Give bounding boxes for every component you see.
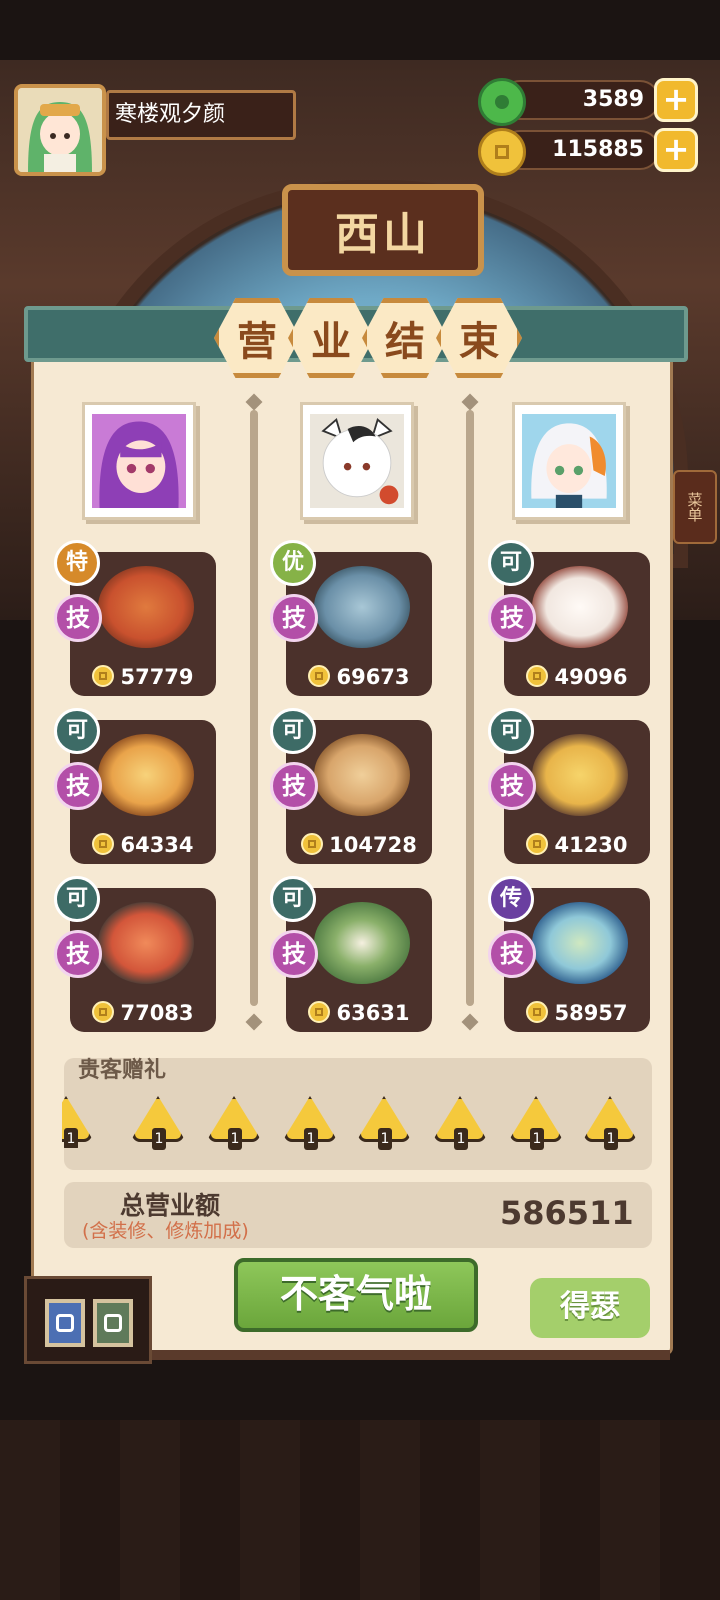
dish-price-value: 57779	[120, 665, 194, 689]
guest-purple-hair-portrait	[92, 414, 186, 508]
dish-image	[532, 566, 628, 648]
skill-badge[interactable]: 技	[488, 762, 536, 810]
gift-count: 1	[228, 1128, 242, 1150]
gold-coin-icon	[478, 128, 526, 176]
dish-price: 41230	[504, 832, 650, 858]
grade-badge: 可	[270, 708, 316, 754]
guest-portrait[interactable]	[300, 402, 414, 520]
gift-count: 1	[454, 1128, 468, 1150]
skill-badge[interactable]: 技	[488, 594, 536, 642]
total-revenue-note: (含装修、修炼加成)	[82, 1220, 249, 1242]
add-gold-button[interactable]: +	[654, 128, 698, 172]
gold-amount: 115885	[552, 137, 644, 162]
grade-badge: 可	[54, 708, 100, 754]
dish-image	[314, 902, 410, 984]
gift-count: 1	[530, 1128, 544, 1150]
dish-image	[314, 734, 410, 816]
confirm-button[interactable]: 不客气啦	[234, 1258, 478, 1332]
dish-price-value: 77083	[120, 1001, 194, 1025]
dish-price: 49096	[504, 664, 650, 690]
dish-image	[98, 902, 194, 984]
grade-badge: 可	[488, 708, 534, 754]
gift-item[interactable]: 1	[208, 1096, 260, 1150]
skill-badge[interactable]: 技	[54, 594, 102, 642]
show-off-button[interactable]: 得瑟	[530, 1278, 650, 1338]
dish-image	[532, 734, 628, 816]
gift-item[interactable]: 1	[584, 1096, 636, 1150]
grade-badge: 优	[270, 540, 316, 586]
guest-portrait[interactable]	[512, 402, 626, 520]
dish-image	[98, 734, 194, 816]
dish-price-value: 49096	[554, 665, 628, 689]
avatar-portrait	[18, 88, 102, 172]
dish-image	[98, 566, 194, 648]
column-divider	[250, 410, 258, 1006]
coin-icon	[92, 1001, 115, 1023]
screenshot-icon[interactable]	[93, 1299, 133, 1347]
dish-price: 63631	[286, 1000, 432, 1026]
gift-item[interactable]: 1	[284, 1096, 336, 1150]
screenshot-icon[interactable]	[45, 1299, 85, 1347]
coin-icon	[92, 833, 115, 855]
gift-item[interactable]: 1	[434, 1096, 486, 1150]
gift-count: 1	[378, 1128, 392, 1150]
player-name: 寒楼观夕颜	[106, 90, 296, 140]
grade-badge: 传	[488, 876, 534, 922]
screenshot-tray	[24, 1276, 152, 1364]
dish-price: 57779	[70, 664, 216, 690]
grade-badge: 可	[54, 876, 100, 922]
guest-gifts-title: 贵客赠礼	[78, 1058, 167, 1083]
gift-item[interactable]: 1	[62, 1096, 92, 1148]
dish-price: 64334	[70, 832, 216, 858]
gift-item[interactable]: 1	[358, 1096, 410, 1150]
coin-icon	[308, 665, 331, 687]
gift-item[interactable]: 1	[132, 1096, 184, 1150]
skill-badge[interactable]: 技	[270, 762, 318, 810]
dish-price: 69673	[286, 664, 432, 690]
grade-badge: 可	[270, 876, 316, 922]
floor	[0, 1420, 720, 1600]
player-avatar[interactable]	[14, 84, 106, 176]
column-divider	[466, 410, 474, 1006]
guest-portrait[interactable]	[82, 402, 196, 520]
side-menu-button[interactable]: 菜单	[673, 470, 717, 544]
dish-price-value: 69673	[336, 665, 410, 689]
dish-image	[532, 902, 628, 984]
coin-icon	[526, 665, 549, 687]
dish-price: 58957	[504, 1000, 650, 1026]
gift-item[interactable]: 1	[510, 1096, 562, 1150]
grade-badge: 特	[54, 540, 100, 586]
jade-amount: 3589	[582, 87, 644, 112]
dish-price: 104728	[286, 832, 432, 858]
gift-count: 1	[64, 1128, 78, 1148]
add-jade-button[interactable]: +	[654, 78, 698, 122]
skill-badge[interactable]: 技	[270, 594, 318, 642]
coin-icon	[526, 1001, 549, 1023]
jade-icon	[478, 78, 526, 126]
dish-price: 77083	[70, 1000, 216, 1026]
coin-icon	[92, 665, 115, 687]
guest-white-blue-hair-portrait	[522, 414, 616, 508]
dish-price-value: 41230	[554, 833, 628, 857]
dish-image	[314, 566, 410, 648]
skill-badge[interactable]: 技	[54, 762, 102, 810]
guest-white-tiger-portrait	[310, 414, 404, 508]
total-revenue-value: 586511	[500, 1194, 634, 1232]
coin-icon	[301, 833, 324, 855]
coin-icon	[308, 1001, 331, 1023]
shop-sign: 西山	[282, 184, 484, 276]
dish-price-value: 58957	[554, 1001, 628, 1025]
coin-icon	[526, 833, 549, 855]
gift-count: 1	[604, 1128, 618, 1150]
skill-badge[interactable]: 技	[54, 930, 102, 978]
gift-count: 1	[304, 1128, 318, 1150]
grade-badge: 可	[488, 540, 534, 586]
dish-price-value: 64334	[120, 833, 194, 857]
skill-badge[interactable]: 技	[270, 930, 318, 978]
dish-price-value: 104728	[329, 833, 417, 857]
skill-badge[interactable]: 技	[488, 930, 536, 978]
dish-price-value: 63631	[336, 1001, 410, 1025]
gift-count: 1	[152, 1128, 166, 1150]
